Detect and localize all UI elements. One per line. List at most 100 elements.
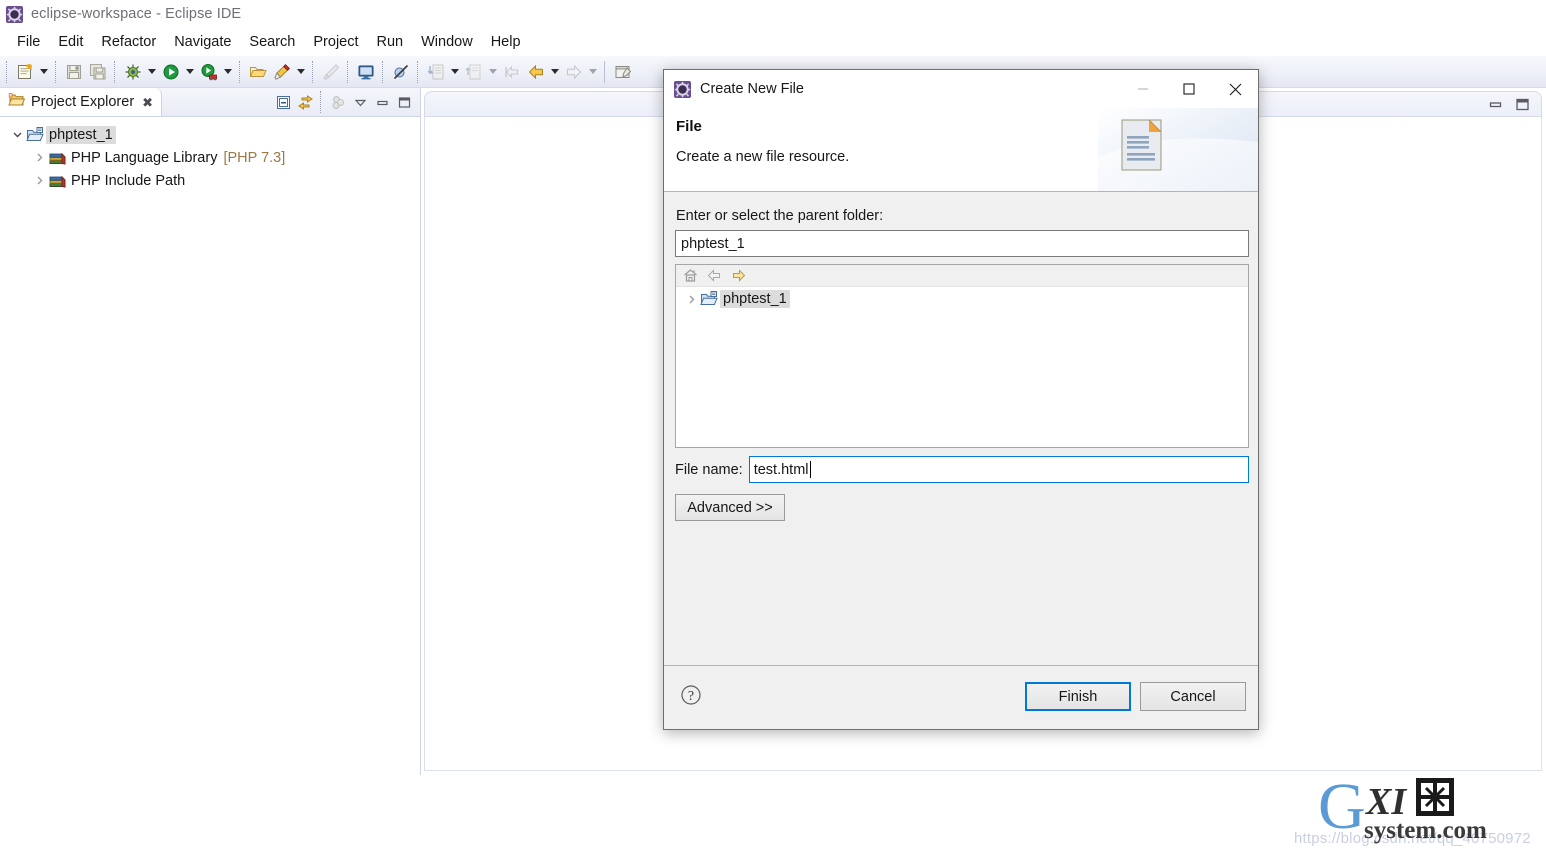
minimize-icon[interactable] <box>372 92 392 112</box>
project-explorer-view: Project Explorer ✖ phptest_1 PHP Languag… <box>0 88 421 775</box>
dialog-header: File Create a new file resource. <box>664 108 1258 192</box>
step-return-dropdown-arrow[interactable] <box>486 60 500 84</box>
tree-row[interactable]: PHP Include Path <box>0 169 420 192</box>
view-menu-filter-icon[interactable] <box>328 92 348 112</box>
maximize-icon[interactable] <box>394 92 414 112</box>
tree-row[interactable]: phptest_1 <box>0 123 420 146</box>
back-dropdown-arrow[interactable] <box>548 60 562 84</box>
highlight-dropdown-arrow[interactable] <box>294 60 308 84</box>
maximize-icon[interactable] <box>1166 70 1212 108</box>
toolbar-separator <box>382 60 385 83</box>
run-dropdown-arrow[interactable] <box>183 60 197 84</box>
close-icon[interactable]: ✖ <box>142 96 153 109</box>
brush-icon[interactable] <box>319 60 343 84</box>
parent-folder-label: Enter or select the parent folder: <box>676 208 884 224</box>
toolbar-separator <box>55 60 58 83</box>
home-icon[interactable] <box>681 267 699 285</box>
window-title: eclipse-workspace - Eclipse IDE <box>31 6 242 22</box>
forward-dropdown-arrow[interactable] <box>586 60 600 84</box>
project-explorer-icon <box>8 91 26 113</box>
step-into-dropdown-arrow[interactable] <box>448 60 462 84</box>
menu-help[interactable]: Help <box>482 32 530 52</box>
document-page-icon <box>1098 108 1258 191</box>
folder-tree-toolbar <box>676 265 1248 287</box>
tree-label: phptest_1 <box>46 125 116 144</box>
svg-text:XI: XI <box>1365 781 1407 823</box>
back-prev-icon[interactable] <box>500 60 524 84</box>
watermark-url: https://blog.csdn.net/qq_40750972 <box>1294 830 1531 847</box>
file-name-row: File name: test.html <box>675 456 1249 483</box>
chevron-right-icon[interactable] <box>682 290 700 308</box>
toolbar-separator <box>114 60 117 83</box>
save-all-icon[interactable] <box>86 60 110 84</box>
run-icon[interactable] <box>159 60 183 84</box>
eclipse-icon <box>674 80 691 98</box>
dialog-titlebar: Create New File <box>664 70 1258 108</box>
parent-folder-value: phptest_1 <box>681 235 745 252</box>
save-icon[interactable] <box>62 60 86 84</box>
file-name-input[interactable]: test.html <box>748 456 1249 483</box>
debug-icon[interactable] <box>121 60 145 84</box>
open-folder-icon[interactable] <box>246 60 270 84</box>
dialog-description: Create a new file resource. <box>676 149 850 165</box>
menu-run[interactable]: Run <box>368 32 413 52</box>
project-explorer-tab-label: Project Explorer <box>31 94 135 110</box>
cancel-button[interactable]: Cancel <box>1140 682 1246 711</box>
folder-tree-box: phptest_1 <box>675 264 1249 448</box>
profile-dropdown-arrow[interactable] <box>221 60 235 84</box>
minimize-icon[interactable] <box>1487 96 1504 118</box>
back-icon[interactable] <box>524 60 548 84</box>
step-into-icon[interactable] <box>424 60 448 84</box>
dialog-body: Enter or select the parent folder: phpte… <box>664 192 1258 665</box>
minimize-icon[interactable] <box>1120 70 1166 108</box>
menu-window[interactable]: Window <box>412 32 482 52</box>
menu-project[interactable]: Project <box>304 32 367 52</box>
file-name-label: File name: <box>675 461 743 478</box>
window-titlebar: eclipse-workspace - Eclipse IDE <box>0 0 1546 28</box>
chevron-right-icon[interactable] <box>30 172 48 190</box>
terminal-icon[interactable] <box>354 60 378 84</box>
tree-row[interactable]: phptest_1 <box>676 287 1248 311</box>
project-tree: phptest_1 PHP Language Library [PHP 7.3]… <box>0 117 420 192</box>
chevron-right-icon[interactable] <box>30 149 48 167</box>
eclipse-window: eclipse-workspace - Eclipse IDE File Edi… <box>0 0 1546 847</box>
advanced-button[interactable]: Advanced >> <box>675 494 785 521</box>
dialog-action-buttons: Finish Cancel <box>1025 682 1246 711</box>
tree-row[interactable]: PHP Language Library [PHP 7.3] <box>0 146 420 169</box>
view-toolbar-separator <box>320 91 323 113</box>
forward-icon[interactable] <box>562 60 586 84</box>
step-return-icon[interactable] <box>462 60 486 84</box>
watermark-logo: G XI system.com <box>1318 770 1518 853</box>
tree-label: PHP Include Path <box>71 172 186 189</box>
parent-folder-input[interactable]: phptest_1 <box>675 230 1249 257</box>
menu-file[interactable]: File <box>8 32 49 52</box>
new-editor-icon[interactable] <box>611 60 635 84</box>
profile-icon[interactable] <box>197 60 221 84</box>
tree-label: phptest_1 <box>720 290 790 308</box>
link-with-editor-icon[interactable] <box>295 92 315 112</box>
new-file-dropdown-arrow[interactable] <box>37 60 51 84</box>
finish-button[interactable]: Finish <box>1025 682 1131 711</box>
create-new-file-dialog: Create New File File Create a new file r… <box>663 69 1259 730</box>
toolbar-separator <box>347 60 350 83</box>
menu-navigate[interactable]: Navigate <box>165 32 240 52</box>
menu-edit[interactable]: Edit <box>49 32 92 52</box>
help-question-icon[interactable]: ? <box>680 684 702 706</box>
tab-project-explorer[interactable]: Project Explorer ✖ <box>0 88 163 116</box>
menu-refactor[interactable]: Refactor <box>92 32 165 52</box>
toolbar-separator <box>239 60 242 83</box>
back-icon[interactable] <box>705 267 723 285</box>
forward-icon[interactable] <box>729 267 747 285</box>
view-menu-icon[interactable] <box>350 92 370 112</box>
toolbar-separator <box>6 60 9 83</box>
menu-search[interactable]: Search <box>240 32 304 52</box>
debug-dropdown-arrow[interactable] <box>145 60 159 84</box>
skip-breakpoints-icon[interactable] <box>389 60 413 84</box>
new-file-icon[interactable] <box>13 60 37 84</box>
collapse-all-icon[interactable] <box>273 92 293 112</box>
highlight-pen-icon[interactable] <box>270 60 294 84</box>
close-icon[interactable] <box>1212 70 1258 108</box>
maximize-icon[interactable] <box>1514 96 1531 118</box>
svg-text:system.com: system.com <box>1364 817 1487 844</box>
chevron-down-icon[interactable] <box>8 126 26 144</box>
